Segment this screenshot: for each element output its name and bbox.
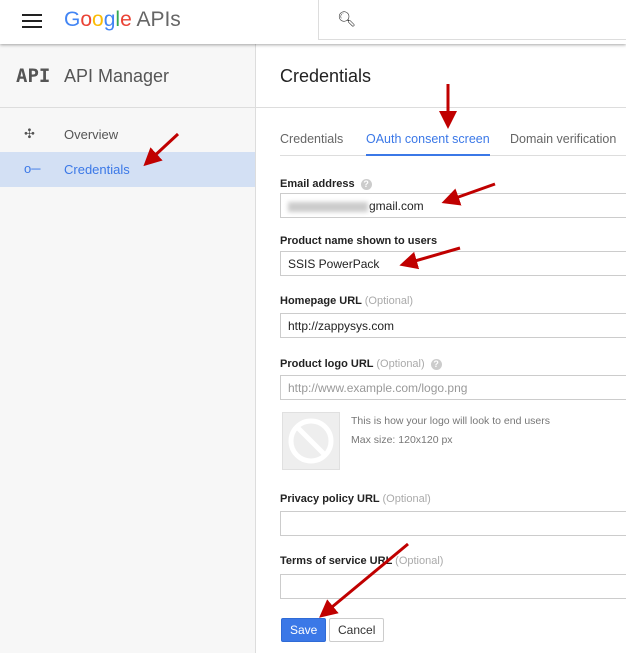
- no-image-icon: [288, 418, 334, 464]
- logo-note: This is how your logo will look to end u…: [351, 415, 551, 427]
- api-logo: API: [16, 65, 51, 87]
- sidebar-item-credentials[interactable]: o─ Credentials: [0, 152, 255, 187]
- product-name: APIs: [136, 8, 181, 31]
- logo-size-note: Max size: 120x120 px: [351, 434, 453, 446]
- google-apis-logo[interactable]: Google APIs: [64, 8, 181, 32]
- sidebar: API API Manager ✣ Overview o─ Credential…: [0, 44, 256, 653]
- homepage-label: Homepage URL (Optional): [280, 295, 414, 307]
- key-icon: o─: [24, 161, 41, 176]
- tab-credentials[interactable]: Credentials: [280, 132, 343, 146]
- tab-domain-verification[interactable]: Domain verification: [510, 132, 616, 146]
- homepage-url-field[interactable]: [280, 313, 626, 338]
- brand: Google: [64, 8, 132, 31]
- cancel-button[interactable]: Cancel: [329, 618, 385, 642]
- search-icon: 🔍︎: [337, 11, 357, 28]
- overview-icon: ✣: [24, 126, 35, 141]
- sidebar-item-label: Overview: [64, 127, 119, 142]
- page-title: Credentials: [280, 66, 372, 86]
- terms-label: Terms of service URL (Optional): [280, 555, 444, 567]
- email-label: Email address?: [280, 178, 372, 190]
- tab-bar: Credentials OAuth consent screen Domain …: [280, 132, 626, 156]
- product-name-label: Product name shown to users: [280, 235, 438, 247]
- hamburger-menu-icon[interactable]: [22, 14, 42, 28]
- product-name-field[interactable]: [280, 251, 626, 276]
- help-icon[interactable]: ?: [360, 178, 372, 190]
- sidebar-item-overview[interactable]: ✣ Overview: [0, 117, 255, 152]
- terms-url-field[interactable]: [280, 574, 626, 599]
- sidebar-title: API Manager: [64, 66, 170, 86]
- privacy-label: Privacy policy URL (Optional): [280, 493, 431, 505]
- help-icon[interactable]: ?: [430, 358, 442, 370]
- tab-oauth-consent-screen[interactable]: OAuth consent screen: [366, 132, 490, 156]
- top-bar: Google APIs 🔍︎: [0, 0, 626, 44]
- sidebar-item-label: Credentials: [64, 162, 130, 177]
- logo-url-field[interactable]: [280, 375, 626, 400]
- email-field[interactable]: gmail.com: [280, 193, 626, 218]
- sidebar-header: API API Manager: [0, 44, 255, 108]
- save-button[interactable]: Save: [281, 618, 327, 642]
- search-input[interactable]: 🔍︎: [318, 0, 626, 40]
- main-content: Credentials Credentials OAuth consent sc…: [256, 44, 626, 653]
- logo-preview: [282, 412, 340, 470]
- logo-url-label: Product logo URL (Optional)?: [280, 358, 442, 370]
- privacy-url-field[interactable]: [280, 511, 626, 536]
